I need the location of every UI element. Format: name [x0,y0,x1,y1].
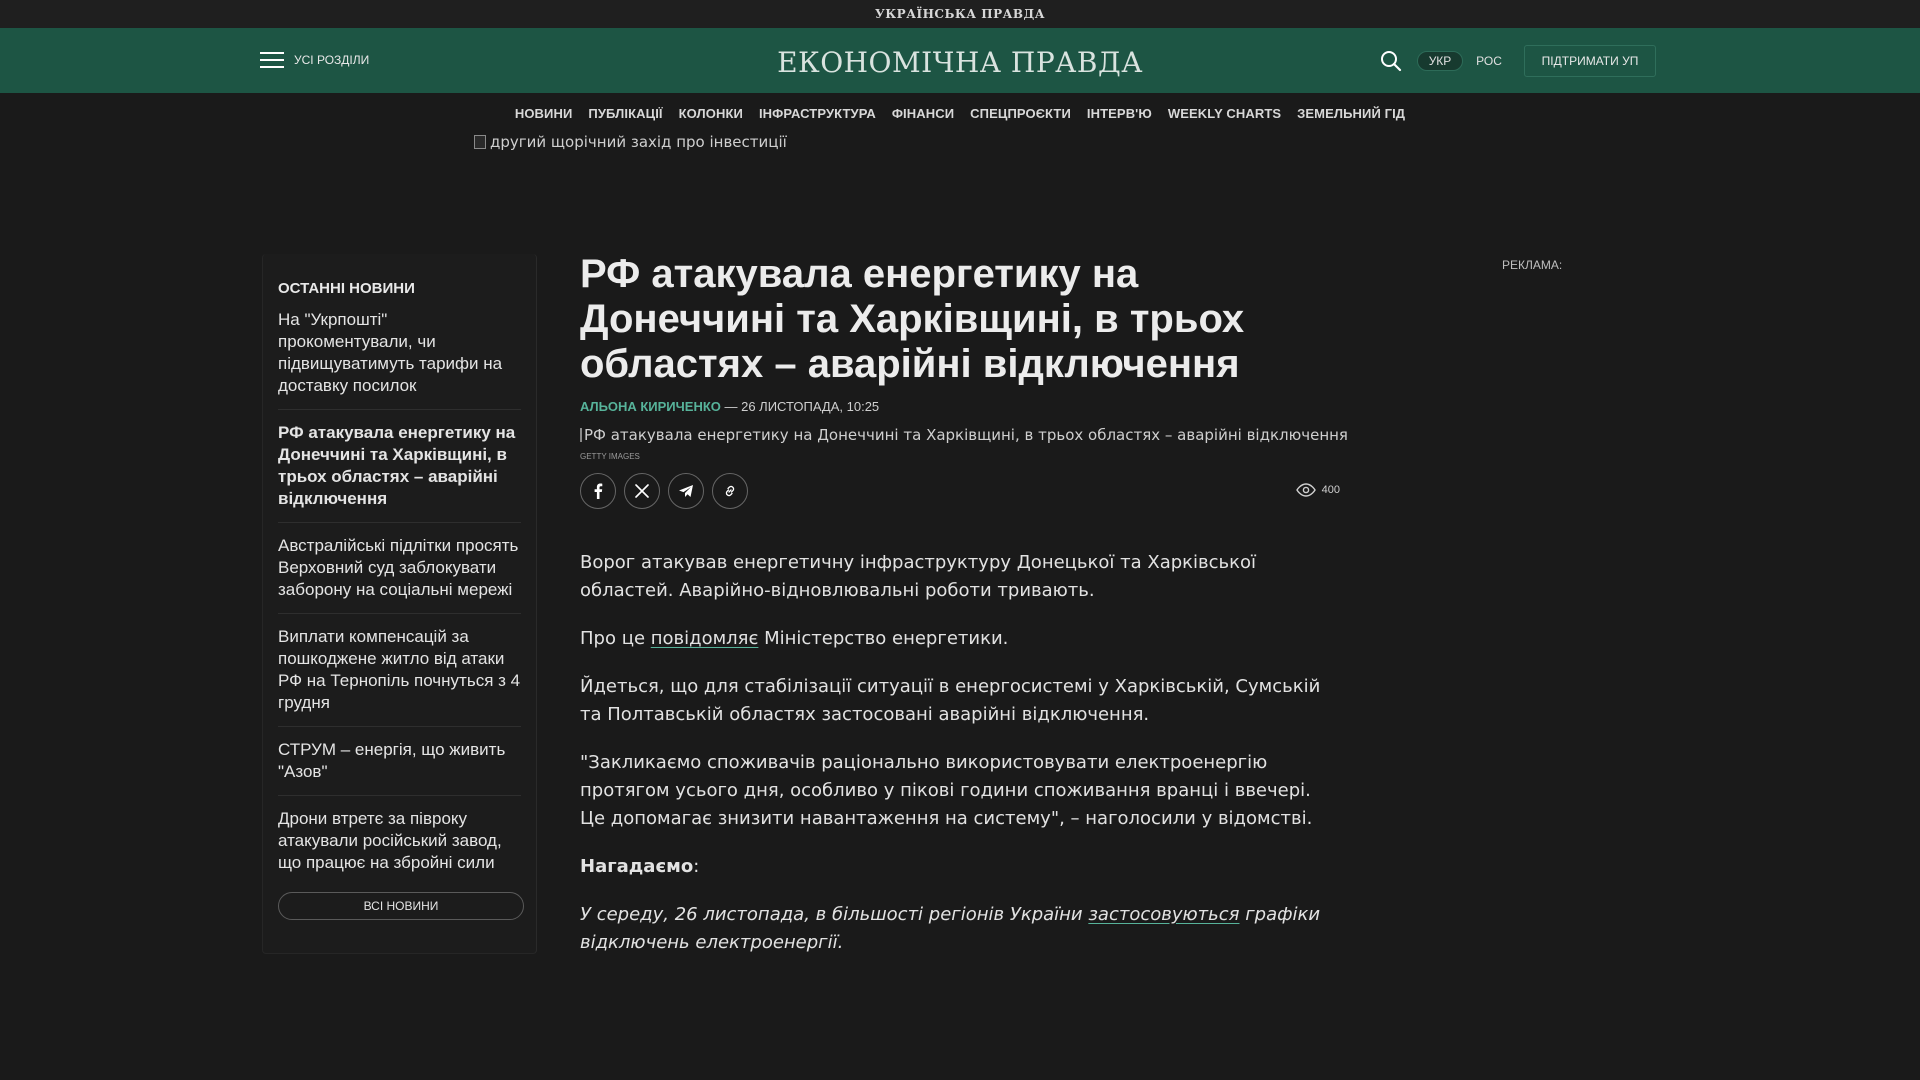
x-icon [635,484,649,498]
image-credit: GETTY IMAGES [580,452,640,461]
all-sections-menu[interactable]: УСІ РОЗДІЛИ [260,52,369,68]
publish-date: — 26 ЛИСТОПАДА, 10:25 [720,399,880,414]
view-count-value: 400 [1321,484,1340,496]
event-banner[interactable]: другий щорічний захід про інвестиції [474,133,787,151]
top-bar: УКРАЇНСЬКА ПРАВДА [0,0,1920,28]
paragraph: Йдеться, що для стабілізації ситуації в … [580,676,1321,725]
lang-ros-button[interactable]: РОС [1474,51,1504,71]
ad-label: РЕКЛАМА: [1502,258,1563,272]
menu-icon [260,52,284,68]
all-sections-label: УСІ РОЗДІЛИ [294,53,370,67]
paragraph: Про це повідомляє Міністерство енергетик… [580,625,1340,653]
facebook-icon [594,483,603,499]
x-share-button[interactable] [624,473,660,509]
article: РФ атакувала енергетику на Донеччині та … [580,252,1348,977]
nav-item-interview[interactable]: ІНТЕРВ'Ю [1087,106,1152,121]
nav-item-publications[interactable]: ПУБЛІКАЦІЇ [588,106,662,121]
nav-item-news[interactable]: НОВИНИ [515,106,573,121]
site-logo[interactable]: ЕКОНОМІЧНА ПРАВДА [777,46,1143,79]
paragraph: У середу, 26 листопада, в більшості регі… [580,901,1340,957]
text: Міністерство енергетики. [758,628,1009,649]
nav-item-columns[interactable]: КОЛОНКИ [679,106,743,121]
nav-item-weekly-charts[interactable]: WEEKLY CHARTS [1168,106,1281,121]
search-icon[interactable] [1380,50,1402,72]
article-image: РФ атакувала енергетику на Донеччині та … [580,426,1348,444]
eye-icon [1295,483,1316,497]
news-item[interactable]: На "Укрпошті" прокоментували, чи підвищу… [278,309,521,410]
facebook-share-button[interactable] [580,473,616,509]
telegram-share-button[interactable] [668,473,704,509]
article-body: Ворог атакував енергетичну інфраструктур… [580,549,1340,957]
view-count: 400 [1295,483,1340,497]
link-icon [725,485,735,497]
news-item[interactable]: СТРУМ – енергія, що живить "Азов" [278,727,521,796]
support-button[interactable]: ПІДТРИМАТИ УП [1524,45,1656,77]
reminder-label: Нагадаємо [580,856,694,877]
news-item[interactable]: Австралійські підлітки просять Верховний… [278,523,521,614]
banner-alt-text: другий щорічний захід про інвестиції [490,133,787,151]
news-item[interactable]: Виплати компенсацій за пошкоджене житло … [278,614,521,727]
up-logo[interactable]: УКРАЇНСЬКА ПРАВДА [875,7,1045,21]
news-item[interactable]: Дрони втретє за півроку атакували російс… [278,796,521,886]
schedules-link[interactable]: застосовуються [1088,904,1239,925]
byline: АЛЬОНА КИРИЧЕНКО — 26 ЛИСТОПАДА, 10:25 [580,399,1340,414]
lang-ukr-button[interactable]: УКР [1417,51,1463,71]
broken-image-icon [580,428,582,442]
text: У середу, 26 листопада, в більшості регі… [580,904,1089,925]
nav-item-land-guide[interactable]: ЗЕМЕЛЬНИЙ ГІД [1297,106,1405,121]
site-header: УСІ РОЗДІЛИ ЕКОНОМІЧНА ПРАВДА УКР РОС ПІ… [0,28,1920,93]
source-link[interactable]: повідомляє [651,628,759,649]
telegram-icon [679,485,693,497]
broken-image-icon [474,135,486,149]
nav-item-finance[interactable]: ФІНАНСИ [892,106,954,121]
share-row: 400 [580,473,1340,509]
text: Про це [580,628,651,649]
paragraph: Ворог атакував енергетичну інфраструктур… [580,552,1257,601]
latest-news-title: ОСТАННІ НОВИНИ [278,280,415,297]
nav-item-infrastructure[interactable]: ІНФРАСТРУКТУРА [759,106,876,121]
copy-link-button[interactable] [712,473,748,509]
nav-item-special-projects[interactable]: СПЕЦПРОЄКТИ [970,106,1071,121]
news-item[interactable]: РФ атакувала енергетику на Донеччині та … [278,410,521,523]
latest-news-sidebar: ОСТАННІ НОВИНИ На "Укрпошті" прокоментув… [262,254,537,954]
text: : [693,856,700,877]
article-title: РФ атакувала енергетику на Донеччині та … [580,252,1245,386]
all-news-button[interactable]: ВСІ НОВИНИ [278,892,524,920]
article-image-alt: РФ атакувала енергетику на Донеччині та … [584,426,1348,444]
author-link[interactable]: АЛЬОНА КИРИЧЕНКО [580,399,721,414]
paragraph: "Закликаємо споживачів раціонально викор… [580,752,1313,829]
paragraph: Нагадаємо: [580,853,1340,881]
main-nav: НОВИНИ ПУБЛІКАЦІЇ КОЛОНКИ ІНФРАСТРУКТУРА… [0,93,1920,133]
